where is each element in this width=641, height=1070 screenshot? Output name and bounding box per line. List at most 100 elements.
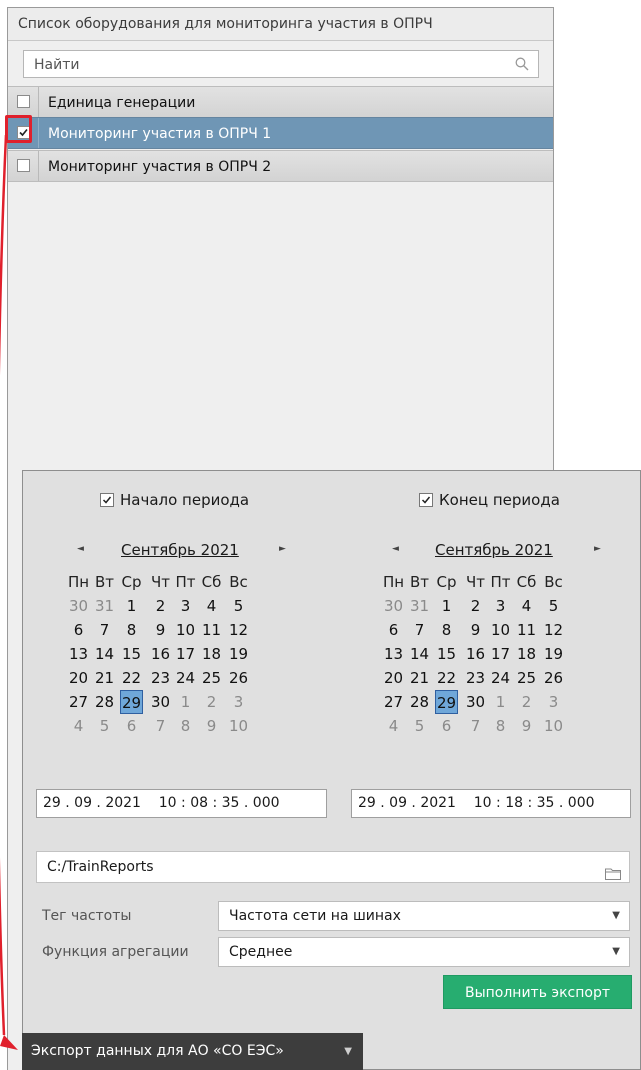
calendar-day[interactable]: 30 xyxy=(464,690,487,714)
calendar-day[interactable]: 17 xyxy=(489,642,512,666)
list-item-monitoring-1[interactable]: Мониторинг участия в ОПРЧ 1 xyxy=(8,117,553,149)
chevron-down-icon[interactable]: ▼ xyxy=(344,1033,352,1070)
calendar-day[interactable]: 3 xyxy=(227,690,250,714)
calendar-day[interactable]: 3 xyxy=(542,690,565,714)
calendar-day[interactable]: 2 xyxy=(464,594,487,618)
search-input[interactable] xyxy=(34,55,504,75)
prev-month-icon[interactable]: ◄ xyxy=(77,544,84,554)
calendar-day[interactable]: 30 xyxy=(67,594,90,618)
frequency-tag-select[interactable]: Частота сети на шинах ▼ xyxy=(218,901,630,931)
calendar-day[interactable]: 27 xyxy=(67,690,90,714)
end-period-checkbox[interactable] xyxy=(419,493,433,507)
calendar-day[interactable]: 8 xyxy=(120,618,143,642)
export-menu-button[interactable]: Экспорт данных для АО «СО ЕЭС» ▼ xyxy=(22,1033,363,1070)
calendar-day[interactable]: 4 xyxy=(200,594,223,618)
calendar-day[interactable]: 4 xyxy=(67,714,90,738)
calendar-day[interactable]: 2 xyxy=(200,690,223,714)
calendar-day[interactable]: 6 xyxy=(435,714,458,738)
calendar-day[interactable]: 7 xyxy=(93,618,116,642)
start-month-label[interactable]: Сентябрь 2021 xyxy=(121,541,239,559)
calendar-day[interactable]: 21 xyxy=(408,666,431,690)
aggregation-select[interactable]: Среднее ▼ xyxy=(218,937,630,967)
calendar-day[interactable]: 5 xyxy=(408,714,431,738)
calendar-day[interactable]: 26 xyxy=(542,666,565,690)
calendar-day[interactable]: 7 xyxy=(408,618,431,642)
calendar-day[interactable]: 9 xyxy=(149,618,172,642)
calendar-day[interactable]: 24 xyxy=(174,666,197,690)
calendar-day[interactable]: 1 xyxy=(435,594,458,618)
calendar-day[interactable]: 8 xyxy=(174,714,197,738)
calendar-day[interactable]: 7 xyxy=(149,714,172,738)
calendar-day[interactable]: 5 xyxy=(227,594,250,618)
calendar-day[interactable]: 5 xyxy=(93,714,116,738)
calendar-day[interactable]: 10 xyxy=(227,714,250,738)
calendar-day[interactable]: 29 xyxy=(120,690,143,714)
calendar-day[interactable]: 1 xyxy=(489,690,512,714)
export-path-input[interactable]: C:/TrainReports xyxy=(36,851,630,883)
search-box[interactable] xyxy=(23,50,539,78)
calendar-day[interactable]: 20 xyxy=(67,666,90,690)
chevron-down-icon[interactable]: ▼ xyxy=(612,938,620,966)
calendar-day[interactable]: 26 xyxy=(227,666,250,690)
calendar-day[interactable]: 9 xyxy=(464,618,487,642)
calendar-day[interactable]: 14 xyxy=(408,642,431,666)
calendar-day[interactable]: 31 xyxy=(93,594,116,618)
calendar-day[interactable]: 1 xyxy=(120,594,143,618)
folder-icon[interactable] xyxy=(605,861,621,891)
calendar-day[interactable]: 2 xyxy=(515,690,538,714)
calendar-day[interactable]: 10 xyxy=(174,618,197,642)
calendar-day[interactable]: 21 xyxy=(93,666,116,690)
calendar-day[interactable]: 12 xyxy=(227,618,250,642)
calendar-day[interactable]: 17 xyxy=(174,642,197,666)
checkbox[interactable] xyxy=(17,159,30,172)
end-month-label[interactable]: Сентябрь 2021 xyxy=(435,541,553,559)
calendar-day[interactable]: 22 xyxy=(435,666,458,690)
calendar-day[interactable]: 19 xyxy=(227,642,250,666)
calendar-day[interactable]: 20 xyxy=(382,666,405,690)
calendar-day[interactable]: 12 xyxy=(542,618,565,642)
end-datetime-input[interactable]: 29 . 09 . 2021 10 : 18 : 35 . 000 xyxy=(351,789,631,818)
calendar-day[interactable]: 5 xyxy=(542,594,565,618)
calendar-day[interactable]: 23 xyxy=(149,666,172,690)
calendar-day[interactable]: 6 xyxy=(120,714,143,738)
calendar-day[interactable]: 3 xyxy=(174,594,197,618)
calendar-day[interactable]: 14 xyxy=(93,642,116,666)
calendar-day[interactable]: 18 xyxy=(515,642,538,666)
list-item-monitoring-2[interactable]: Мониторинг участия в ОПРЧ 2 xyxy=(8,150,553,182)
calendar-day[interactable]: 8 xyxy=(435,618,458,642)
start-datetime-input[interactable]: 29 . 09 . 2021 10 : 08 : 35 . 000 xyxy=(36,789,327,818)
calendar-day[interactable]: 23 xyxy=(464,666,487,690)
calendar-day[interactable]: 3 xyxy=(489,594,512,618)
calendar-day[interactable]: 30 xyxy=(149,690,172,714)
prev-month-icon[interactable]: ◄ xyxy=(392,544,399,554)
calendar-day[interactable]: 4 xyxy=(515,594,538,618)
start-period-header[interactable]: Начало периода xyxy=(100,490,249,510)
calendar-day[interactable]: 18 xyxy=(200,642,223,666)
calendar-day[interactable]: 9 xyxy=(200,714,223,738)
calendar-day[interactable]: 9 xyxy=(515,714,538,738)
calendar-day[interactable]: 2 xyxy=(149,594,172,618)
calendar-day[interactable]: 24 xyxy=(489,666,512,690)
calendar-day[interactable]: 10 xyxy=(489,618,512,642)
calendar-day[interactable]: 11 xyxy=(515,618,538,642)
search-icon[interactable] xyxy=(515,57,529,75)
calendar-day[interactable]: 7 xyxy=(464,714,487,738)
calendar-day[interactable]: 16 xyxy=(464,642,487,666)
run-export-button[interactable]: Выполнить экспорт xyxy=(443,975,632,1009)
next-month-icon[interactable]: ► xyxy=(279,544,286,554)
calendar-day[interactable]: 25 xyxy=(200,666,223,690)
calendar-day[interactable]: 13 xyxy=(382,642,405,666)
calendar-day[interactable]: 28 xyxy=(93,690,116,714)
calendar-day[interactable]: 6 xyxy=(382,618,405,642)
calendar-day[interactable]: 13 xyxy=(67,642,90,666)
calendar-day[interactable]: 10 xyxy=(542,714,565,738)
calendar-day[interactable]: 30 xyxy=(382,594,405,618)
start-period-checkbox[interactable] xyxy=(100,493,114,507)
end-period-header[interactable]: Конец периода xyxy=(419,490,560,510)
calendar-day[interactable]: 15 xyxy=(120,642,143,666)
checkbox[interactable] xyxy=(17,95,30,108)
calendar-day[interactable]: 31 xyxy=(408,594,431,618)
chevron-down-icon[interactable]: ▼ xyxy=(612,902,620,930)
calendar-day[interactable]: 4 xyxy=(382,714,405,738)
calendar-day[interactable]: 29 xyxy=(435,690,458,714)
